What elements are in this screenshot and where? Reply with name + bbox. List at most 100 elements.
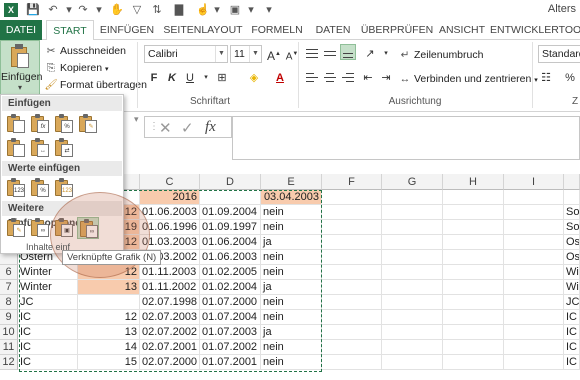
table-cell[interactable]: [443, 355, 504, 370]
table-cell[interactable]: 01.02.2005: [200, 265, 261, 280]
table-cell[interactable]: [382, 310, 443, 325]
table-cell[interactable]: [322, 325, 382, 340]
enter-icon[interactable]: ✓: [181, 119, 194, 137]
format-painter-button[interactable]: 🖌 Format übertragen: [44, 77, 147, 93]
table-cell[interactable]: [443, 235, 504, 250]
table-cell[interactable]: 12: [78, 310, 140, 325]
table-cell[interactable]: 01.07.2001: [200, 355, 261, 370]
tab-view[interactable]: ANSICHT: [436, 20, 488, 40]
table-cell[interactable]: [322, 250, 382, 265]
underline-button[interactable]: U: [182, 70, 198, 86]
table-cell[interactable]: [443, 295, 504, 310]
cancel-icon[interactable]: ✕: [159, 119, 172, 137]
paste-icon[interactable]: [5, 113, 27, 135]
table-cell[interactable]: IC: [564, 340, 580, 355]
column-header-c[interactable]: C: [140, 174, 200, 190]
table-cell[interactable]: [443, 250, 504, 265]
table-cell[interactable]: [504, 340, 564, 355]
table-cell[interactable]: [504, 325, 564, 340]
table-cell[interactable]: [322, 265, 382, 280]
tab-review[interactable]: ÜBERPRÜFEN: [360, 20, 434, 40]
cut-button[interactable]: ✂ Ausschneiden: [44, 43, 126, 59]
grow-font-icon[interactable]: A▲: [266, 46, 282, 63]
paste-values-number-format-icon[interactable]: %: [29, 177, 51, 199]
table-cell[interactable]: [382, 190, 443, 205]
table-cell[interactable]: [443, 340, 504, 355]
align-left-icon[interactable]: [304, 70, 320, 86]
redo-icon[interactable]: ↷: [76, 3, 90, 17]
fill-color-icon[interactable]: ◈: [246, 70, 262, 86]
paste-keep-column-widths-icon[interactable]: ↔: [29, 137, 51, 159]
paste-button[interactable]: Einfügen ▾: [0, 40, 42, 96]
touch-mode-icon[interactable]: ✋: [110, 3, 124, 17]
wrap-text-button[interactable]: ↵ Zeilenumbruch: [398, 47, 484, 63]
table-cell[interactable]: 02.07.2000: [140, 355, 200, 370]
row-header[interactable]: 9: [0, 310, 18, 325]
align-right-icon[interactable]: [340, 70, 356, 86]
table-cell[interactable]: [443, 220, 504, 235]
table-cell[interactable]: nein: [261, 265, 322, 280]
align-center-icon[interactable]: [322, 70, 338, 86]
table-cell[interactable]: [504, 310, 564, 325]
sort-icon[interactable]: ⇅: [150, 3, 164, 17]
column-header-f[interactable]: F: [322, 174, 382, 190]
table-cell[interactable]: [443, 190, 504, 205]
table-cell[interactable]: IC: [18, 310, 78, 325]
name-box-dropdown-icon[interactable]: ▾: [134, 114, 142, 134]
currency-icon[interactable]: ☷: [538, 70, 554, 86]
table-cell[interactable]: [504, 280, 564, 295]
camera-dropdown-icon[interactable]: ▾: [244, 3, 258, 17]
table-cell[interactable]: 01.06.2003: [140, 205, 200, 220]
table-cell[interactable]: nein: [261, 295, 322, 310]
table-cell[interactable]: [382, 235, 443, 250]
table-cell[interactable]: [564, 190, 580, 205]
table-cell[interactable]: [443, 280, 504, 295]
table-cell[interactable]: 02.07.2002: [140, 325, 200, 340]
table-cell[interactable]: IC: [564, 325, 580, 340]
align-middle-icon[interactable]: [322, 46, 338, 62]
column-header[interactable]: [564, 174, 580, 190]
row-header[interactable]: 12: [0, 355, 18, 370]
table-cell[interactable]: [382, 355, 443, 370]
table-cell[interactable]: [200, 190, 261, 205]
column-header-g[interactable]: G: [382, 174, 443, 190]
table-cell[interactable]: [504, 220, 564, 235]
table-cell[interactable]: 02.07.2003: [140, 310, 200, 325]
table-cell[interactable]: ja: [261, 280, 322, 295]
table-cell[interactable]: 2016: [140, 190, 200, 205]
align-top-icon[interactable]: [304, 46, 320, 62]
table-cell[interactable]: [504, 295, 564, 310]
table-cell[interactable]: IC: [18, 355, 78, 370]
paste-link-icon[interactable]: ∞: [29, 217, 51, 239]
row-header[interactable]: 6: [0, 265, 18, 280]
tab-formulas[interactable]: FORMELN: [248, 20, 306, 40]
table-cell[interactable]: Son: [564, 220, 580, 235]
touch-dropdown-icon[interactable]: ▾: [210, 3, 224, 17]
increase-indent-icon[interactable]: ⇥: [378, 70, 394, 86]
table-cell[interactable]: nein: [261, 310, 322, 325]
table-cell[interactable]: IC: [18, 340, 78, 355]
table-cell[interactable]: [322, 190, 382, 205]
table-cell[interactable]: Ost: [564, 235, 580, 250]
table-cell[interactable]: [78, 295, 140, 310]
table-cell[interactable]: nein: [261, 340, 322, 355]
table-cell[interactable]: [382, 325, 443, 340]
column-header-e[interactable]: E: [261, 174, 322, 190]
table-cell[interactable]: ja: [261, 325, 322, 340]
undo-icon[interactable]: ↶: [46, 3, 60, 17]
tab-page-layout[interactable]: SEITENLAYOUT: [160, 20, 246, 40]
column-header-h[interactable]: H: [443, 174, 504, 190]
table-cell[interactable]: [322, 235, 382, 250]
table-cell[interactable]: 01.11.2002: [140, 280, 200, 295]
column-header-i[interactable]: I: [504, 174, 564, 190]
merge-center-button[interactable]: ↔ Verbinden und zentrieren ▾: [398, 71, 538, 87]
row-header[interactable]: 11: [0, 340, 18, 355]
table-cell[interactable]: nein: [261, 205, 322, 220]
table-cell[interactable]: 01.07.2002: [200, 340, 261, 355]
table-cell[interactable]: [504, 250, 564, 265]
paste-keep-source-formatting-icon[interactable]: ✎: [77, 113, 99, 135]
table-cell[interactable]: 02.07.2001: [140, 340, 200, 355]
table-cell[interactable]: [382, 250, 443, 265]
table-cell[interactable]: Win: [564, 265, 580, 280]
table-cell[interactable]: 01.07.2000: [200, 295, 261, 310]
